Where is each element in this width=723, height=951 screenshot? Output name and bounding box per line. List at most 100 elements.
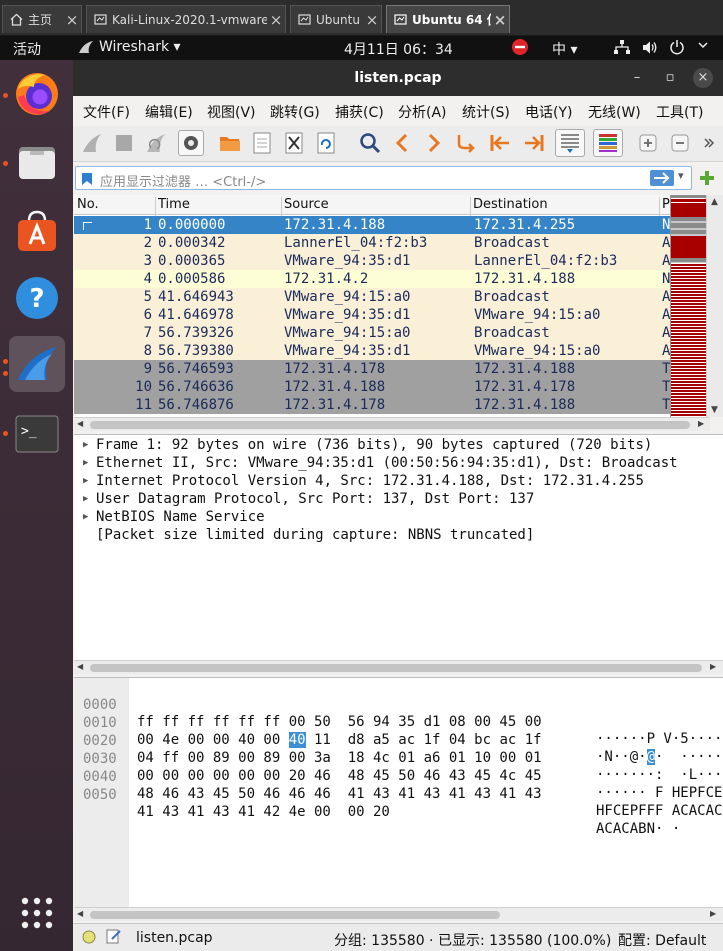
packet-row[interactable]: 5 41.646943 VMware_94:15:a0 Broadcast A <box>74 288 710 306</box>
menu-view[interactable]: 视图(V) <box>207 102 256 122</box>
window-titlebar[interactable]: listen.pcap – ▫ × <box>73 60 723 96</box>
firefox-icon[interactable] <box>9 66 65 122</box>
column-time[interactable]: Time <box>158 197 190 212</box>
scroll-right-icon[interactable]: ▶ <box>710 909 716 918</box>
column-divider[interactable] <box>470 197 471 217</box>
activities-button[interactable]: 活动 <box>13 39 41 59</box>
save-file-icon[interactable] <box>249 130 275 156</box>
toolbar-overflow-icon[interactable] <box>699 130 719 156</box>
close-icon[interactable]: × <box>267 11 285 29</box>
minimize-icon[interactable]: – <box>627 68 647 88</box>
stop-capture-icon[interactable] <box>111 130 137 156</box>
packet-row[interactable]: 2 0.000342 LannerEl_04:f2:b3 Broadcast A <box>74 234 710 252</box>
zoom-out-icon[interactable] <box>667 130 693 156</box>
scroll-left-icon[interactable]: ◀ <box>77 419 83 428</box>
packet-list-hscrollbar[interactable]: ◀ ▶ <box>74 417 710 431</box>
power-icon[interactable] <box>669 39 685 59</box>
packet-row[interactable]: 3 0.000365 VMware_94:35:d1 LannerEl_04:f2:b… <box>74 252 710 270</box>
clock[interactable]: 4月11日 06：34 <box>344 39 453 59</box>
close-icon[interactable]: × <box>363 11 381 29</box>
vm-tab-kali[interactable]: Kali-Linux-2020.1-vmware-am... × <box>86 5 286 33</box>
menu-statistics[interactable]: 统计(S) <box>462 102 510 122</box>
column-no[interactable]: No. <box>77 197 99 212</box>
close-icon[interactable]: × <box>491 11 509 29</box>
menu-capture[interactable]: 捕获(C) <box>335 102 384 122</box>
terminal-icon[interactable]: >_ <box>9 406 65 462</box>
column-divider[interactable] <box>659 197 660 217</box>
expand-arrow-icon[interactable]: ▶ <box>83 508 88 526</box>
byte-row[interactable]: 0020 04 ff 00 89 00 89 00 3a 18 4c 01 a6… <box>74 716 723 783</box>
chevron-down-icon[interactable] <box>697 38 709 56</box>
detail-row-ipv4[interactable]: ▶ Internet Protocol Version 4, Src: 172.3… <box>74 472 723 490</box>
auto-scroll-icon[interactable] <box>555 129 585 157</box>
menu-edit[interactable]: 编辑(E) <box>145 102 193 122</box>
close-file-icon[interactable] <box>281 130 307 156</box>
vm-tab-ubuntu[interactable]: Ubuntu × <box>290 5 382 33</box>
expand-arrow-icon[interactable]: ▶ <box>83 454 88 472</box>
column-divider[interactable] <box>155 197 156 217</box>
details-hscrollbar[interactable]: ◀ ▶ <box>74 660 723 674</box>
software-store-icon[interactable] <box>9 202 65 258</box>
go-first-packet-icon[interactable] <box>487 130 513 156</box>
show-applications-icon[interactable] <box>9 885 65 941</box>
vm-tab-home[interactable]: 主页 × <box>2 5 82 33</box>
start-capture-icon[interactable] <box>79 130 105 156</box>
input-method-menu[interactable]: 中 ▾ <box>552 39 577 59</box>
scroll-left-icon[interactable]: ◀ <box>77 662 83 671</box>
find-packet-icon[interactable] <box>357 130 383 156</box>
byte-row[interactable]: 0000 ff ff ff ff ff ff 00 50 56 94 35 d1… <box>74 680 723 747</box>
reload-file-icon[interactable] <box>313 130 339 156</box>
byte-row[interactable]: 0030 00 00 00 00 00 00 20 46 48 45 50 46… <box>74 734 723 801</box>
scroll-down-icon[interactable]: ▼ <box>711 405 718 415</box>
network-wired-icon[interactable] <box>614 40 630 59</box>
go-forward-icon[interactable] <box>421 130 447 156</box>
maximize-icon[interactable]: ▫ <box>660 68 680 88</box>
restart-capture-icon[interactable] <box>143 130 169 156</box>
menu-tools[interactable]: 工具(T) <box>656 102 703 122</box>
packet-minimap[interactable] <box>670 195 707 417</box>
files-icon[interactable] <box>9 134 65 190</box>
capture-options-icon[interactable] <box>178 130 204 156</box>
byte-row[interactable]: 0010 00 4e 00 00 40 00 40 11 d8 a5 ac 1f… <box>74 698 723 765</box>
scroll-left-icon[interactable]: ◀ <box>77 909 83 918</box>
go-last-packet-icon[interactable] <box>521 130 547 156</box>
column-protocol[interactable]: P <box>662 197 670 212</box>
detail-row-ethernet[interactable]: ▶ Ethernet II, Src: VMware_94:35:d1 (00:5… <box>74 454 723 472</box>
detail-row-udp[interactable]: ▶ User Datagram Protocol, Src Port: 137, … <box>74 490 723 508</box>
detail-row-nbns[interactable]: ▶ NetBIOS Name Service <box>74 508 723 526</box>
scroll-thumb[interactable] <box>90 664 702 672</box>
expert-info-icon[interactable] <box>82 930 96 948</box>
scroll-right-icon[interactable]: ▶ <box>698 419 704 428</box>
menu-go[interactable]: 跳转(G) <box>270 102 320 122</box>
colorize-icon[interactable] <box>593 129 623 157</box>
column-source[interactable]: Source <box>284 197 329 212</box>
vm-tab-ubuntu-64[interactable]: Ubuntu 64 位 × <box>386 5 510 33</box>
byte-row[interactable]: 0040 48 46 43 45 50 46 46 46 41 43 41 43… <box>74 752 723 819</box>
scroll-up-icon[interactable]: ▲ <box>711 197 718 207</box>
menu-analyze[interactable]: 分析(A) <box>398 102 447 122</box>
expand-arrow-icon[interactable]: ▶ <box>83 472 88 490</box>
capture-comment-icon[interactable] <box>106 928 122 948</box>
bytes-hscrollbar[interactable]: ◀ ▶ <box>74 907 723 921</box>
packet-row[interactable]: 11 56.746876 172.31.4.178 172.31.4.188 T <box>74 396 710 414</box>
detail-row-truncated[interactable]: [Packet size limited during capture: NBN… <box>74 526 723 544</box>
go-back-icon[interactable] <box>389 130 415 156</box>
detail-row-frame[interactable]: ▶ Frame 1: 92 bytes on wire (736 bits), 9… <box>74 436 723 454</box>
packet-row[interactable]: 6 41.646978 VMware_94:35:d1 VMware_94:15:a0… <box>74 306 710 324</box>
scroll-thumb[interactable] <box>90 421 690 429</box>
expand-arrow-icon[interactable]: ▶ <box>83 436 88 454</box>
help-icon[interactable]: ? <box>9 270 65 326</box>
add-filter-button-icon[interactable] <box>698 169 716 191</box>
close-icon[interactable]: × <box>693 68 713 88</box>
bookmark-icon[interactable] <box>81 171 93 190</box>
packet-row[interactable]: 1 0.000000 172.31.4.188 172.31.4.255 N <box>74 216 710 234</box>
volume-icon[interactable] <box>642 40 658 59</box>
byte-row[interactable]: 0050 41 43 41 43 41 42 4e 00 00 20 ACACA… <box>74 770 723 837</box>
packet-row[interactable]: 8 56.739380 VMware_94:35:d1 VMware_94:15:a0… <box>74 342 710 360</box>
packet-row[interactable]: 10 56.746636 172.31.4.188 172.31.4.178 T <box>74 378 710 396</box>
status-profile[interactable]: 配置: Default <box>618 930 706 950</box>
packet-list-scrollbar[interactable]: ▲ ▼ <box>706 195 723 417</box>
scroll-thumb[interactable] <box>90 911 500 919</box>
do-not-disturb-icon[interactable] <box>511 38 529 60</box>
scroll-right-icon[interactable]: ▶ <box>710 662 716 671</box>
